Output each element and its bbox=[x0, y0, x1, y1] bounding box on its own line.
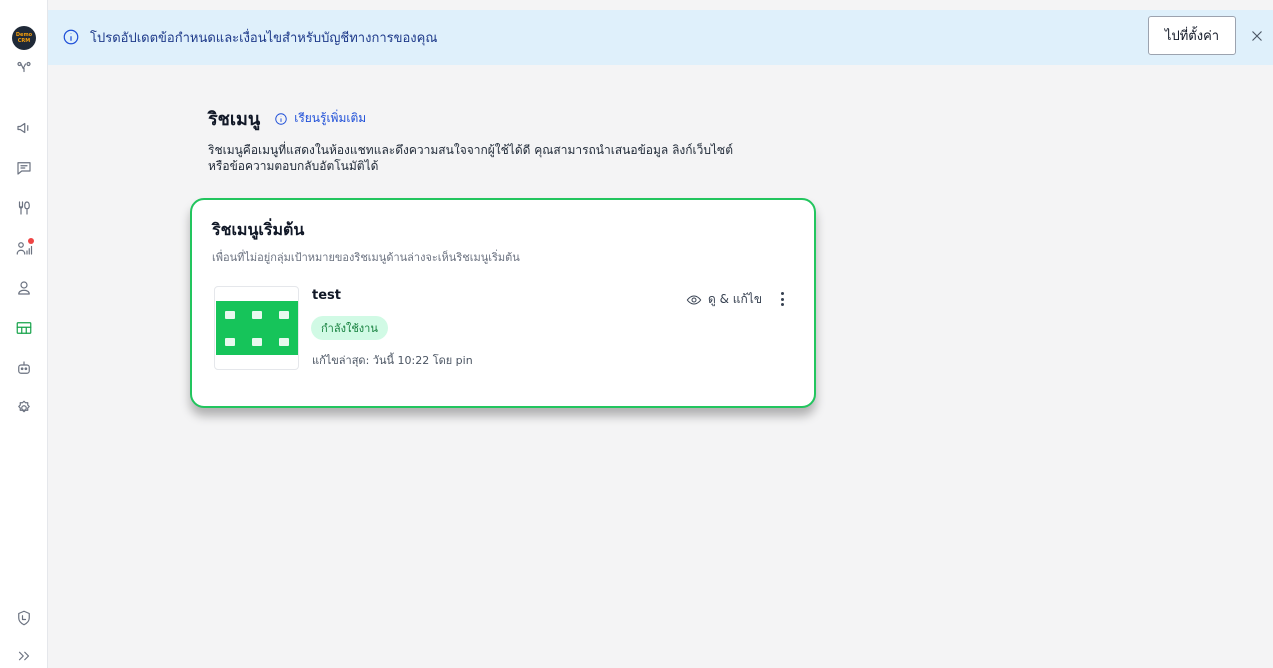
card-subtitle: เพื่อนที่ไม่อยู่กลุ่มเป้าหมายของริชเมนูด… bbox=[212, 251, 520, 264]
sidebar: Demo CRM bbox=[0, 0, 48, 668]
info-icon bbox=[275, 112, 287, 125]
rich-menu-thumbnail[interactable] bbox=[214, 286, 299, 370]
last-edited-text: แก้ไขล่าสุด: วันนี้ 10:22 โดย pin bbox=[312, 354, 473, 367]
rich-menu-icon[interactable] bbox=[14, 318, 34, 338]
fork-spoon-icon[interactable] bbox=[14, 198, 34, 218]
page-title: ริชเมนู bbox=[208, 109, 261, 130]
status-badge: กำลังใช้งาน bbox=[311, 316, 388, 340]
shield-icon[interactable] bbox=[14, 608, 34, 628]
info-icon bbox=[62, 28, 80, 46]
go-to-settings-button[interactable]: ไปที่ตั้งค่า bbox=[1148, 16, 1236, 55]
learn-more-label: เรียนรู้เพิ่มเติม bbox=[294, 111, 367, 125]
bot-icon[interactable] bbox=[14, 358, 34, 378]
megaphone-icon[interactable] bbox=[14, 118, 34, 138]
brand-logo[interactable]: Demo CRM bbox=[12, 26, 36, 50]
view-edit-button[interactable]: ดู & แก้ไข bbox=[686, 290, 762, 309]
logo-text-bottom: CRM bbox=[17, 38, 31, 44]
view-edit-label: ดู & แก้ไข bbox=[708, 292, 763, 306]
more-options-icon[interactable] bbox=[776, 290, 788, 308]
user-stats-icon[interactable] bbox=[14, 238, 34, 258]
chat-icon[interactable] bbox=[14, 158, 34, 178]
rich-menu-name[interactable]: test bbox=[312, 288, 341, 303]
notification-dot bbox=[28, 238, 34, 244]
page-header: ริชเมนู เรียนรู้เพิ่มเติม bbox=[208, 104, 366, 133]
card-title: ริชเมนูเริ่มต้น bbox=[212, 220, 305, 239]
user-icon[interactable] bbox=[14, 278, 34, 298]
settings-icon[interactable] bbox=[14, 398, 34, 418]
default-rich-menu-card: ริชเมนูเริ่มต้น เพื่อนที่ไม่อยู่กลุ่มเป้… bbox=[190, 198, 816, 408]
share-nodes-icon[interactable] bbox=[14, 57, 34, 77]
expand-icon[interactable] bbox=[14, 646, 34, 666]
description-line-1: ริชเมนูคือเมนูที่แสดงในห้องแชทและดึงความ… bbox=[208, 143, 733, 157]
close-icon[interactable] bbox=[1248, 27, 1266, 45]
description-line-2: หรือข้อความตอบกลับอัตโนมัติได้ bbox=[208, 159, 379, 173]
eye-icon bbox=[686, 294, 702, 305]
banner-message: โปรดอัปเดตข้อกำหนดและเงื่อนไขสำหรับบัญชี… bbox=[90, 31, 438, 46]
announcement-banner: โปรดอัปเดตข้อกำหนดและเงื่อนไขสำหรับบัญชี… bbox=[48, 10, 1273, 65]
learn-more-link[interactable]: เรียนรู้เพิ่มเติม bbox=[274, 109, 366, 128]
thumbnail-image bbox=[216, 301, 298, 355]
page-description: ริชเมนูคือเมนูที่แสดงในห้องแชทและดึงความ… bbox=[208, 142, 768, 174]
